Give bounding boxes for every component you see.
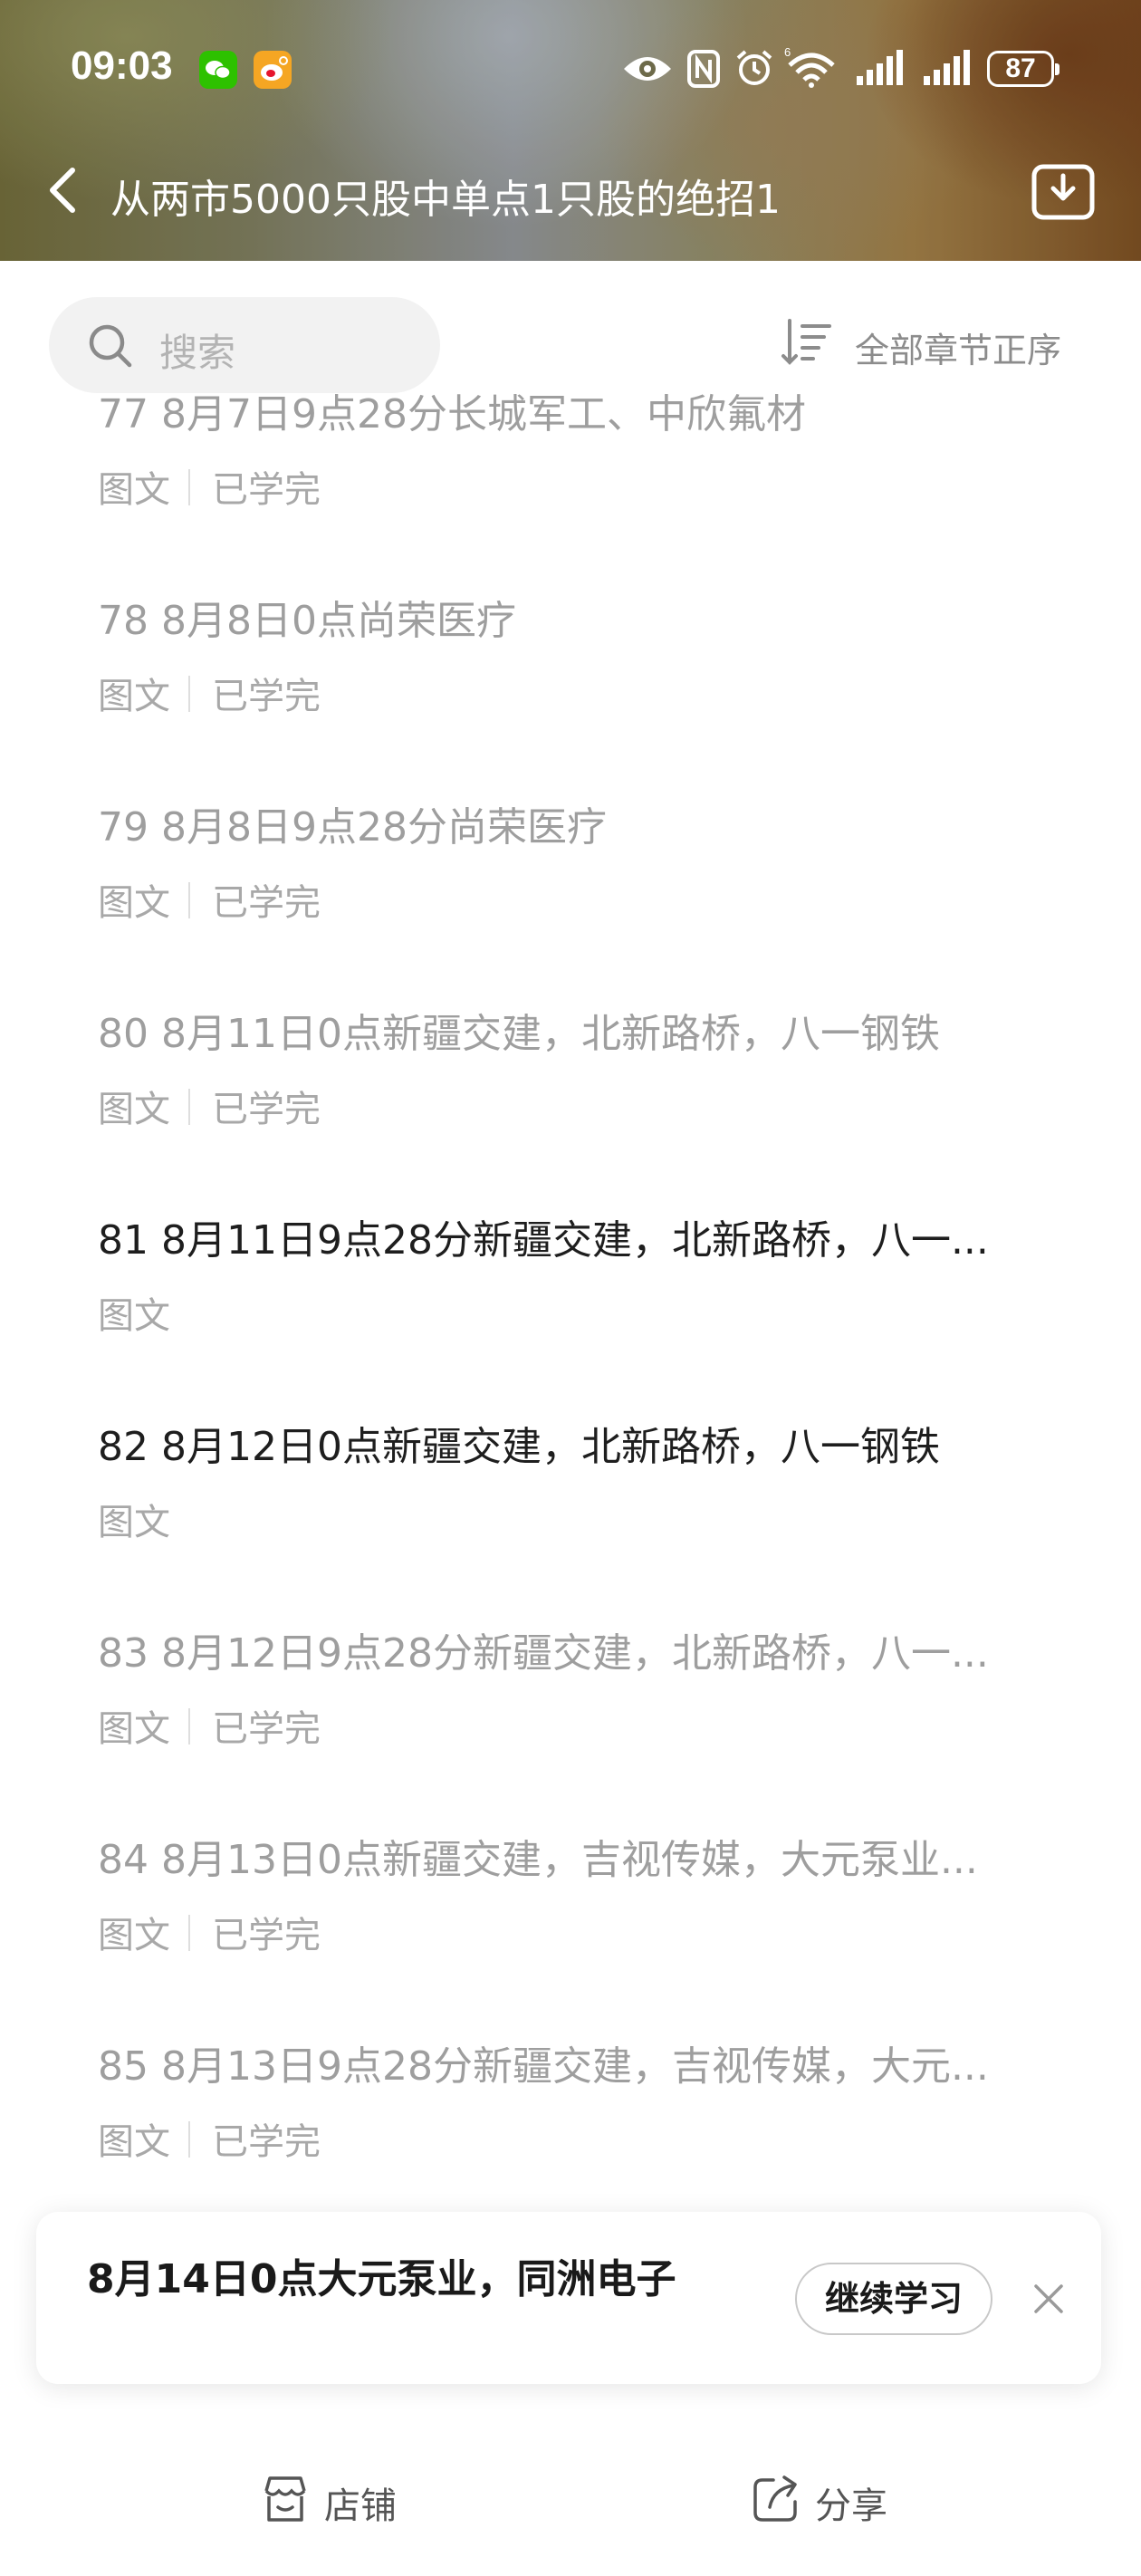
chapter-status: 已学完 (212, 1915, 321, 1956)
search-icon (89, 324, 132, 368)
page-title: 从两市5000只股中单点1只股的绝招1 (110, 177, 781, 223)
chapter-status: 已学完 (212, 882, 321, 924)
chapter-type: 图文 (98, 676, 170, 717)
chapter-title: 81 8月11日9点28分新疆交建，北新路桥，八一... (98, 1217, 989, 1264)
chapter-type: 图文 (98, 1089, 170, 1130)
chapter-title: 79 8月8日9点28分尚荣医疗 (98, 804, 607, 851)
chapter-item[interactable]: 80 8月11日0点新疆交建，北新路桥，八一钢铁 图文 已学完 (0, 1007, 1141, 1214)
chapter-type: 图文 (98, 1295, 170, 1337)
chapter-status: 已学完 (212, 676, 321, 717)
chapter-item[interactable]: 83 8月12日9点28分新疆交建，北新路桥，八一... 图文 已学完 (0, 1627, 1141, 1833)
sort-order-icon (781, 319, 831, 365)
header: 09:03 6 87 从两市5000只股中单点1只股的绝招1 (0, 0, 1141, 261)
back-button[interactable] (36, 161, 94, 219)
chapter-item[interactable]: 79 8月8日9点28分尚荣医疗 图文 已学完 (0, 801, 1141, 1007)
sort-label: 全部章节正序 (855, 331, 1062, 370)
chapter-type: 图文 (98, 469, 170, 511)
battery-icon: 87 (987, 51, 1060, 87)
continue-learning-button[interactable]: 继续学习 (795, 2263, 992, 2335)
meta-divider (188, 469, 190, 505)
chapter-item[interactable]: 78 8月8日0点尚荣医疗 图文 已学完 (0, 594, 1141, 801)
search-input[interactable]: 搜索 (49, 297, 440, 393)
chapter-item[interactable]: 81 8月11日9点28分新疆交建，北新路桥，八一... 图文 (0, 1214, 1141, 1420)
close-card-button[interactable] (1027, 2277, 1070, 2321)
chapter-title: 77 8月7日9点28分长城军工、中欣氟材 (98, 391, 806, 437)
chapter-item[interactable]: 77 8月7日9点28分长城军工、中欣氟材 图文 已学完 (0, 388, 1141, 594)
chevron-left-icon (50, 168, 75, 213)
chapter-title: 85 8月13日9点28分新疆交建，吉视传媒，大元... (98, 2043, 989, 2090)
chapter-type: 图文 (98, 1915, 170, 1956)
meta-divider (188, 1915, 190, 1951)
chapter-status: 已学完 (212, 1089, 321, 1130)
nfc-icon (687, 50, 720, 88)
meta-divider (188, 1089, 190, 1125)
status-bar: 09:03 6 87 (0, 36, 1141, 109)
meta-divider (188, 882, 190, 918)
shop-button[interactable]: 店铺 (259, 2467, 422, 2531)
chapter-status: 已学完 (212, 469, 321, 511)
close-icon (1034, 2284, 1063, 2313)
meta-divider (188, 2121, 190, 2158)
continue-learning-card[interactable]: 8月14日0点大元泵业，同洲电子 继续学习 (36, 2212, 1101, 2384)
chapter-type: 图文 (98, 1502, 170, 1543)
signal-icon (924, 50, 970, 85)
share-button[interactable]: 分享 (750, 2467, 913, 2531)
shop-label: 店铺 (324, 2485, 397, 2527)
chapter-title: 82 8月12日0点新疆交建，北新路桥，八一钢铁 (98, 1424, 940, 1470)
wifi-6-icon: 6 (784, 45, 835, 88)
svg-text:6: 6 (784, 45, 791, 59)
continue-chapter-title: 8月14日0点大元泵业，同洲电子 (87, 2256, 676, 2302)
status-time: 09:03 (71, 43, 173, 88)
store-icon (264, 2476, 306, 2522)
wechat-icon (199, 51, 237, 89)
chapter-type: 图文 (98, 1708, 170, 1750)
weibo-icon (254, 51, 292, 89)
eye-icon (624, 57, 671, 81)
sort-toggle[interactable]: 全部章节正序 (779, 315, 1087, 370)
chapter-title: 80 8月11日0点新疆交建，北新路桥，八一钢铁 (98, 1011, 940, 1057)
nav-bar: 从两市5000只股中单点1只股的绝招1 (0, 145, 1141, 235)
meta-divider (188, 1708, 190, 1745)
bottom-bar: 店铺 分享 (0, 2427, 1141, 2576)
meta-divider (188, 676, 190, 712)
chapter-type: 图文 (98, 2121, 170, 2163)
download-icon (1031, 164, 1095, 220)
chapter-item[interactable]: 84 8月13日0点新疆交建，吉视传媒，大元泵业... 图文 已学完 (0, 1833, 1141, 2040)
chapter-title: 78 8月8日0点尚荣医疗 (98, 598, 516, 644)
chapter-title: 84 8月13日0点新疆交建，吉视传媒，大元泵业... (98, 1837, 978, 1883)
chapter-status: 已学完 (212, 2121, 321, 2163)
chapter-item[interactable]: 82 8月12日0点新疆交建，北新路桥，八一钢铁 图文 (0, 1420, 1141, 1627)
search-placeholder: 搜索 (159, 331, 236, 375)
signal-icon (857, 50, 903, 85)
alarm-icon (736, 50, 772, 85)
share-icon (753, 2475, 797, 2522)
download-button[interactable] (1029, 158, 1098, 226)
chapter-status: 已学完 (212, 1708, 321, 1750)
chapter-type: 图文 (98, 882, 170, 924)
chapter-title: 83 8月12日9点28分新疆交建，北新路桥，八一... (98, 1630, 989, 1677)
share-label: 分享 (815, 2485, 887, 2527)
